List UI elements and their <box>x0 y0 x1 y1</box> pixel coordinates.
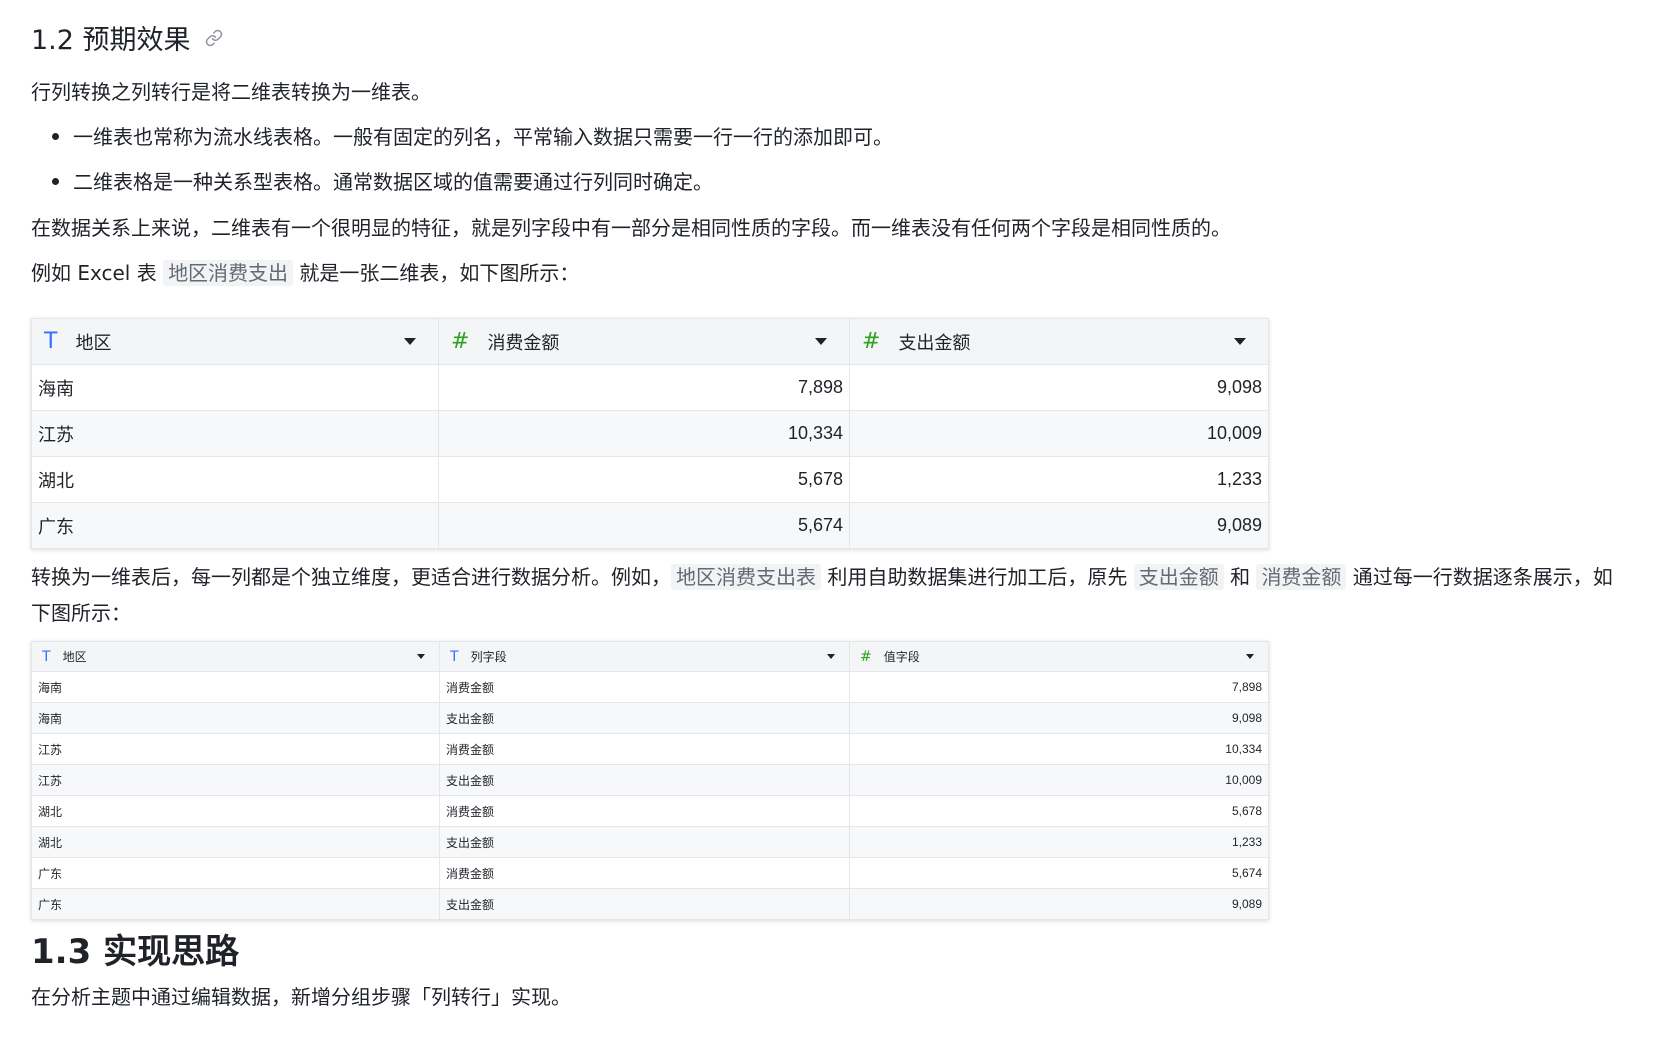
inline-code: 地区消费支出 <box>163 260 294 286</box>
column-header[interactable]: T 地区 <box>31 318 439 365</box>
dropdown-caret-icon[interactable] <box>1234 338 1246 345</box>
section-heading-implementation: 1.3 实现思路 <box>31 932 240 972</box>
table-cell: 海南 <box>31 702 440 734</box>
two-dimensional-table: T 地区 # 消费金额 # 支出金额 海南 7,898 9,098 江苏 10,334 10,… <box>31 318 1269 549</box>
table-cell: 湖北 <box>31 456 439 503</box>
bullet-text: 一维表也常称为流水线表格。一般有固定的列名，平常输入数据只需要一行一行的添加即可… <box>73 125 893 149</box>
table-cell: 湖北 <box>31 795 440 827</box>
text-type-icon: T <box>44 329 58 354</box>
table-cell: 消费金额 <box>439 733 850 765</box>
table-cell: 5,678 <box>438 456 850 503</box>
conversion-and: 和 <box>1223 565 1257 589</box>
number-type-icon: # <box>451 329 470 354</box>
table-cell: 海南 <box>31 671 440 703</box>
example-suffix: 就是一张二维表，如下图所示： <box>293 261 580 285</box>
table-cell: 7,898 <box>849 671 1269 703</box>
table-row: 江苏 支出金额 10,009 <box>31 764 1269 796</box>
table-cell: 广东 <box>31 502 439 549</box>
text-type-icon: T <box>42 648 51 665</box>
table-row: 海南 7,898 9,098 <box>31 364 1269 411</box>
section-title: 1.2 预期效果 <box>31 25 191 56</box>
inline-code: 消费金额 <box>1256 564 1347 590</box>
table-row: 江苏 10,334 10,009 <box>31 410 1269 457</box>
document-page: 1.2 预期效果 行列转换之列转行是将二维表转换为一维表。 一维表也常称为流水线… <box>0 0 1657 1039</box>
implementation-paragraph: 在分析主题中通过编辑数据，新增分组步骤「列转行」实现。 <box>31 985 571 1009</box>
table-cell: 江苏 <box>31 410 439 457</box>
column-header[interactable]: T 列字段 <box>439 641 850 672</box>
table-row: 江苏 消费金额 10,334 <box>31 733 1269 765</box>
conversion-paragraph: 转换为一维表后，每一列都是个独立维度，更适合进行数据分析。例如， 地区消费支出表 … <box>31 559 1621 631</box>
table-cell: 9,098 <box>849 702 1269 734</box>
table-cell: 江苏 <box>31 764 440 796</box>
column-header[interactable]: T 地区 <box>31 641 440 672</box>
intro-paragraph: 行列转换之列转行是将二维表转换为一维表。 <box>31 80 431 104</box>
relation-paragraph: 在数据关系上来说，二维表有一个很明显的特征，就是列字段中有一部分是相同性质的字段… <box>31 216 1231 240</box>
table-cell: 支出金额 <box>439 702 850 734</box>
number-type-icon: # <box>862 329 881 354</box>
table-cell: 5,678 <box>849 795 1269 827</box>
table-row: 湖北 5,678 1,233 <box>31 456 1269 503</box>
table-cell: 湖北 <box>31 826 440 858</box>
dropdown-caret-icon[interactable] <box>827 654 835 659</box>
inline-code: 支出金额 <box>1133 564 1224 590</box>
example-prefix: 例如 Excel 表 <box>31 261 164 285</box>
column-header[interactable]: # 支出金额 <box>849 318 1269 365</box>
column-label: 支出金额 <box>898 332 971 353</box>
column-label: 地区 <box>75 332 112 353</box>
dropdown-caret-icon[interactable] <box>815 338 827 345</box>
column-header[interactable]: # 值字段 <box>849 641 1269 672</box>
conversion-mid: 利用自助数据集进行加工后，原先 <box>821 565 1134 589</box>
column-label: 值字段 <box>883 650 920 664</box>
number-type-icon: # <box>860 648 872 665</box>
conversion-prefix: 转换为一维表后，每一列都是个独立维度，更适合进行数据分析。例如， <box>31 565 671 589</box>
dropdown-caret-icon[interactable] <box>1246 654 1254 659</box>
table-cell: 海南 <box>31 364 439 411</box>
table-row: 广东 消费金额 5,674 <box>31 857 1269 889</box>
table-cell: 10,334 <box>849 733 1269 765</box>
table-cell: 7,898 <box>438 364 850 411</box>
one-dimensional-table: T 地区 T 列字段 # 值字段 海南 消费金额 7,898 海南 支出金额 9,098 江苏… <box>31 641 1269 920</box>
inline-code: 地区消费支出表 <box>671 564 821 590</box>
table-cell: 消费金额 <box>439 857 850 889</box>
section-heading-expected-effect: 1.2 预期效果 <box>31 18 223 57</box>
table-cell: 9,098 <box>849 364 1269 411</box>
list-item: 二维表格是一种关系型表格。通常数据区域的值需要通过行列同时确定。 <box>52 164 713 200</box>
bullet-dot <box>52 178 59 185</box>
anchor-link-icon[interactable] <box>205 29 223 47</box>
table-cell: 10,009 <box>849 410 1269 457</box>
table-cell: 1,233 <box>849 456 1269 503</box>
dropdown-caret-icon[interactable] <box>417 654 425 659</box>
table-row: 广东 5,674 9,089 <box>31 502 1269 549</box>
table-cell: 1,233 <box>849 826 1269 858</box>
column-header[interactable]: # 消费金额 <box>438 318 850 365</box>
dropdown-caret-icon[interactable] <box>404 338 416 345</box>
table-cell: 消费金额 <box>439 671 850 703</box>
column-label: 列字段 <box>470 650 507 664</box>
table-cell: 9,089 <box>849 502 1269 549</box>
text-type-icon: T <box>450 648 459 665</box>
table-row: 湖北 消费金额 5,678 <box>31 795 1269 827</box>
table-cell: 支出金额 <box>439 888 850 920</box>
example-paragraph: 例如 Excel 表 地区消费支出 就是一张二维表，如下图所示： <box>31 255 579 291</box>
table-cell: 9,089 <box>849 888 1269 920</box>
table-cell: 支出金额 <box>439 764 850 796</box>
table-row: 海南 支出金额 9,098 <box>31 702 1269 734</box>
column-label: 消费金额 <box>487 332 560 353</box>
table-row: 广东 支出金额 9,089 <box>31 888 1269 920</box>
table-cell: 10,009 <box>849 764 1269 796</box>
table-cell: 5,674 <box>438 502 850 549</box>
table-row: 海南 消费金额 7,898 <box>31 671 1269 703</box>
table-cell: 10,334 <box>438 410 850 457</box>
table-row: 湖北 支出金额 1,233 <box>31 826 1269 858</box>
table-cell: 消费金额 <box>439 795 850 827</box>
column-label: 地区 <box>62 650 87 664</box>
bullet-dot <box>52 133 59 140</box>
table-cell: 广东 <box>31 888 440 920</box>
table-cell: 江苏 <box>31 733 440 765</box>
table-cell: 5,674 <box>849 857 1269 889</box>
list-item: 一维表也常称为流水线表格。一般有固定的列名，平常输入数据只需要一行一行的添加即可… <box>52 119 893 155</box>
bullet-text: 二维表格是一种关系型表格。通常数据区域的值需要通过行列同时确定。 <box>73 170 713 194</box>
table-cell: 广东 <box>31 857 440 889</box>
table-cell: 支出金额 <box>439 826 850 858</box>
